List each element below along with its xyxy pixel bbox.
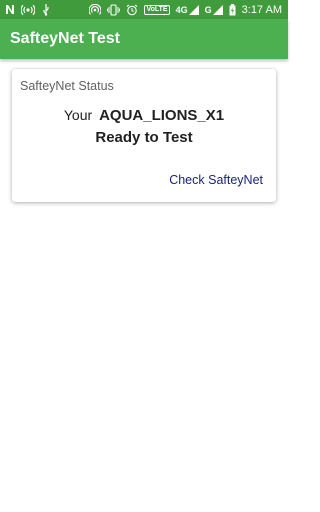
app-bar: SafteyNet Test bbox=[0, 19, 288, 59]
app-title: SafteyNet Test bbox=[10, 30, 120, 47]
check-safetynet-button[interactable]: Check SafteyNet bbox=[169, 173, 263, 187]
alarm-icon bbox=[126, 4, 138, 16]
network-g-group: G bbox=[205, 4, 223, 16]
status-bar-right: VoLTE 4G G 3:17 AM bbox=[89, 3, 282, 16]
status-bar: VoLTE 4G G 3:17 AM bbox=[0, 0, 288, 19]
status-time: 3:17 AM bbox=[241, 3, 282, 16]
device-line: Your AQUA_LIONS_X1 bbox=[12, 105, 276, 126]
card-body: Your AQUA_LIONS_X1 Ready to Test bbox=[12, 105, 276, 150]
device-name: AQUA_LIONS_X1 bbox=[99, 107, 225, 124]
signal-icon-2 bbox=[212, 4, 223, 16]
network-4g-group: 4G bbox=[176, 4, 199, 16]
device-prefix: Your bbox=[63, 107, 93, 123]
vibrate-icon bbox=[107, 3, 121, 16]
network-4g-label: 4G bbox=[175, 4, 188, 15]
hotspot-icon bbox=[89, 3, 102, 16]
battery-icon bbox=[229, 3, 236, 16]
signal-icon bbox=[188, 4, 199, 16]
n-icon bbox=[5, 4, 15, 16]
usb-icon bbox=[41, 3, 51, 16]
card-title: SafteyNet Status bbox=[20, 79, 114, 93]
status-bar-left bbox=[5, 3, 51, 16]
wifi-hotspot-icon bbox=[21, 4, 35, 16]
safetynet-status-card: SafteyNet Status Your AQUA_LIONS_X1 Read… bbox=[12, 69, 276, 202]
vol-lte-badge: VoLTE bbox=[144, 4, 170, 15]
status-text: Ready to Test bbox=[95, 129, 193, 146]
network-g-label: G bbox=[204, 4, 212, 15]
